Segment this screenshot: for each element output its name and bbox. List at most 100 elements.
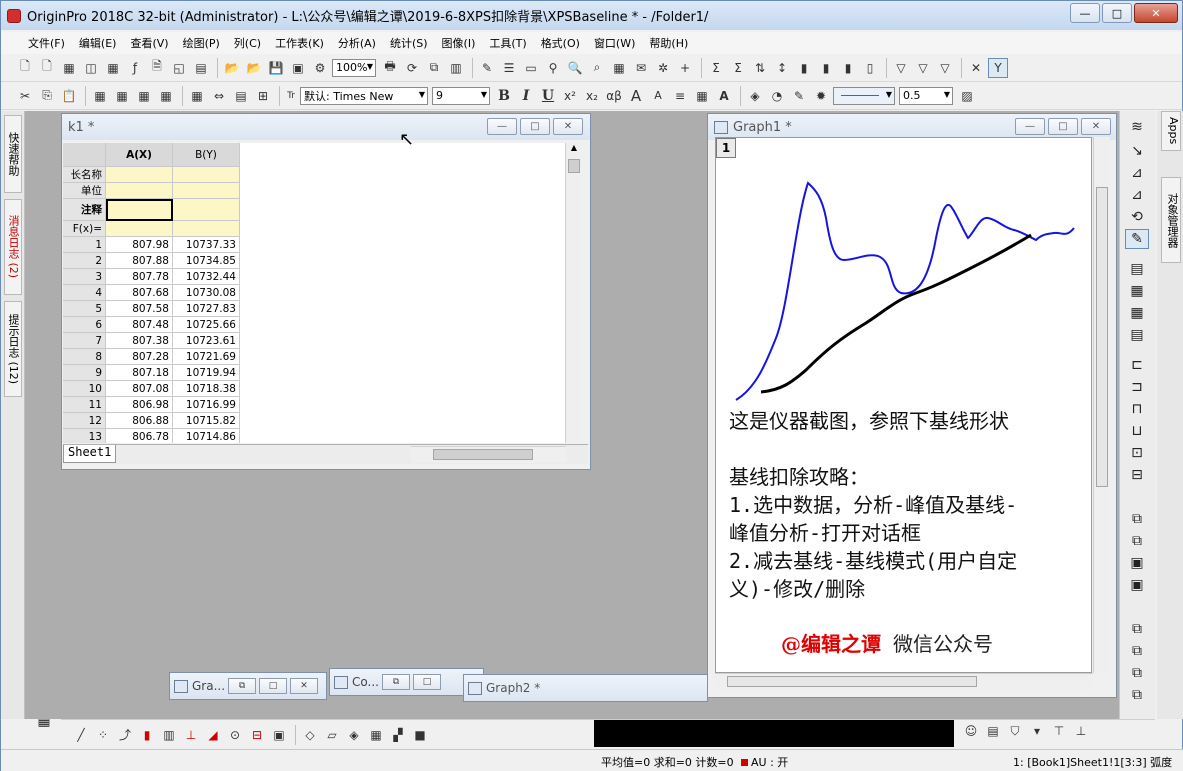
menu-tools[interactable]: 工具(T) [482, 35, 533, 51]
split-icon[interactable]: ⊞ [253, 86, 273, 106]
new-notes-icon[interactable]: 🗎 [147, 58, 167, 78]
cell-y[interactable]: 10734.85 [173, 253, 240, 269]
object-top-icon[interactable]: ⊓ [1125, 399, 1149, 419]
add-data-icon[interactable]: ▦ [90, 86, 110, 106]
layers-icon[interactable]: ▥ [446, 58, 466, 78]
italic-button[interactable]: I [516, 86, 536, 106]
clear-cells-icon[interactable]: ▦ [156, 86, 176, 106]
row-number[interactable]: 6 [63, 317, 106, 333]
menu-edit[interactable]: 编辑(E) [72, 35, 124, 51]
rescale-icon[interactable]: ⟲ [1125, 207, 1149, 227]
scroll-thumb[interactable] [568, 159, 580, 173]
print-icon[interactable]: 🖶 [380, 58, 400, 78]
layer-icon[interactable]: ▤ [1125, 259, 1149, 279]
add-column-icon[interactable]: + [675, 58, 695, 78]
meta-cell[interactable] [173, 199, 240, 221]
close-button[interactable]: ✕ [1134, 3, 1178, 23]
polar-plot-icon[interactable]: ⊙ [225, 725, 245, 745]
code-builder-icon[interactable]: ✎ [477, 58, 497, 78]
minimize-button[interactable]: — [1070, 3, 1100, 23]
new-workbook-icon[interactable]: ▦ [59, 58, 79, 78]
scatter-plot-icon[interactable]: ⁘ [93, 725, 113, 745]
subscript-button[interactable]: x₂ [582, 86, 602, 106]
project-explorer-icon[interactable]: ⚲ [543, 58, 563, 78]
underline-button[interactable]: U [538, 86, 558, 106]
line-plot-icon[interactable]: ╱ [71, 725, 91, 745]
face-icon[interactable]: ☺ [961, 721, 981, 741]
zoom-combo[interactable]: 100% ▼ [332, 58, 376, 77]
set-x-icon[interactable]: ✕ [966, 58, 986, 78]
cell-y[interactable]: 10723.61 [173, 333, 240, 349]
font-color-icon[interactable]: A [714, 86, 734, 106]
greek-button[interactable]: αβ [604, 86, 624, 106]
font-size-combo[interactable]: 9 ▼ [432, 86, 490, 105]
sheet-tab-sheet1[interactable]: Sheet1 [63, 445, 117, 463]
row-header[interactable]: 单位 [63, 183, 106, 199]
filter-icon[interactable]: ▽ [891, 58, 911, 78]
align-left-icon[interactable]: ⊿ [1125, 185, 1149, 205]
group-icon[interactable]: ⧉ [1125, 509, 1149, 529]
cell-x[interactable]: 807.18 [106, 365, 173, 381]
set-y-icon[interactable]: Y [988, 57, 1008, 78]
cell-x[interactable]: 807.78 [106, 269, 173, 285]
superscript-button[interactable]: x² [560, 86, 580, 106]
restore-icon[interactable]: ⧉ [381, 674, 410, 690]
cell-y[interactable]: 10732.44 [173, 269, 240, 285]
sum-icon[interactable]: Σ [706, 58, 726, 78]
histogram-icon[interactable]: ▮ [838, 58, 858, 78]
mask-icon[interactable]: ▽ [935, 58, 955, 78]
cell-y[interactable]: 10730.08 [173, 285, 240, 301]
row-number[interactable]: 9 [63, 365, 106, 381]
row-number[interactable]: 4 [63, 285, 106, 301]
new-excel-icon[interactable]: ▤ [191, 58, 211, 78]
cell-y[interactable]: 10737.33 [173, 237, 240, 253]
cell-x[interactable]: 807.88 [106, 253, 173, 269]
menu-column[interactable]: 列(C) [227, 35, 268, 51]
cell-x[interactable]: 807.58 [106, 301, 173, 317]
menu-format[interactable]: 格式(O) [534, 35, 587, 51]
move-cols-icon[interactable]: ⇔ [209, 86, 229, 106]
row-number[interactable]: 7 [63, 333, 106, 349]
fill-color-icon[interactable]: ◈ [745, 86, 765, 106]
copy-icon[interactable]: ⎘ [37, 86, 57, 106]
new-function-icon[interactable]: ƒ [125, 58, 145, 78]
object-bottom-icon[interactable]: ⊔ [1125, 421, 1149, 441]
waterfall-icon[interactable]: ▦ [366, 725, 386, 745]
scroll-thumb[interactable] [1096, 187, 1108, 487]
row-number[interactable]: 2 [63, 253, 106, 269]
row-number[interactable]: 12 [63, 413, 106, 429]
align-bottom-icon[interactable]: ⊿ [1125, 163, 1149, 183]
border-icon[interactable]: ▦ [692, 86, 712, 106]
decrease-font-button[interactable]: A [648, 86, 668, 106]
column-plot-icon[interactable]: ▮ [137, 725, 157, 745]
cut-icon[interactable]: ✂ [15, 86, 35, 106]
cell-y[interactable]: 10718.38 [173, 381, 240, 397]
results-log-icon[interactable]: ☰ [499, 58, 519, 78]
contour-icon[interactable]: ▱ [322, 725, 342, 745]
cell-y[interactable]: 10721.69 [173, 349, 240, 365]
cell-x[interactable]: 807.08 [106, 381, 173, 397]
clear-filter-icon[interactable]: ▽ [913, 58, 933, 78]
column-header-b[interactable]: B(Y) [173, 143, 240, 167]
merge-icon[interactable]: ▦ [1125, 281, 1149, 301]
arrange-icon[interactable]: ≋ [1125, 117, 1149, 137]
hatch-icon[interactable]: ▨ [957, 86, 977, 106]
command-window-icon[interactable]: ▭ [521, 58, 541, 78]
row-number[interactable]: 11 [63, 397, 106, 413]
active-cell[interactable] [106, 199, 173, 221]
maximize-button[interactable]: □ [1102, 3, 1132, 23]
import-wizard-icon[interactable]: ⚙ [310, 58, 330, 78]
new-project-icon[interactable]: 🗋 [15, 58, 35, 78]
close-icon[interactable]: ✕ [1081, 118, 1111, 135]
menu-plot[interactable]: 绘图(P) [176, 35, 227, 51]
scroll-up-icon[interactable]: ▲ [566, 143, 582, 157]
graph-horizontal-scrollbar[interactable] [715, 673, 1093, 690]
normalize-icon[interactable]: ↕ [772, 58, 792, 78]
object-manager-tab[interactable]: 对象管理器 [1161, 177, 1181, 263]
forward-icon[interactable]: ⧉ [1125, 619, 1149, 639]
close-icon[interactable]: ✕ [553, 118, 583, 135]
object-middle-icon[interactable]: ⊟ [1125, 465, 1149, 485]
menu-help[interactable]: 帮助(H) [642, 35, 695, 51]
meta-cell[interactable] [106, 183, 173, 199]
shield-icon[interactable]: ⛉ [1005, 721, 1025, 741]
